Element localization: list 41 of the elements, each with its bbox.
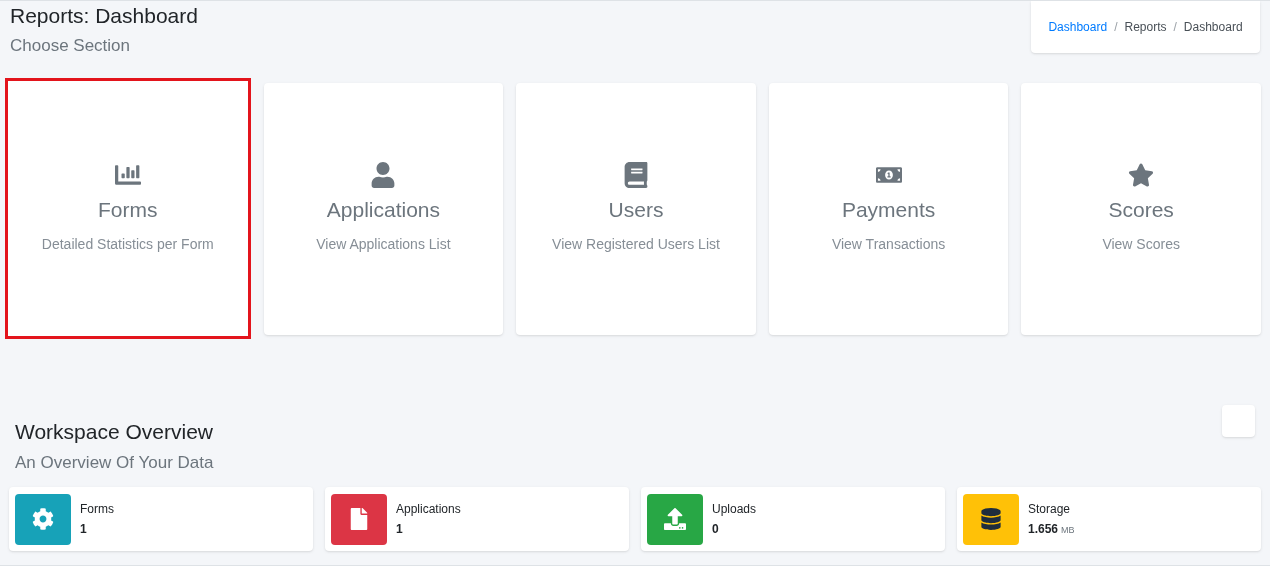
book-icon [623, 162, 649, 189]
info-box-value: 0 [712, 521, 719, 538]
section-description: View Registered Users List [552, 234, 720, 254]
info-box-label: Uploads [712, 501, 757, 518]
info-box-value: 1 [396, 521, 403, 538]
breadcrumb-separator: / [1113, 19, 1119, 36]
section-title: Users [608, 197, 664, 224]
info-box-value: 1.656 [1028, 521, 1059, 538]
section-description: Detailed Statistics per Form [41, 234, 214, 254]
section-card[interactable]: Payments View Transactions [768, 82, 1009, 335]
info-box-label: Applications [396, 501, 461, 518]
settings-icon [32, 508, 54, 530]
section-description: View Scores [1102, 234, 1180, 254]
breadcrumb-item: Dashboard [1183, 19, 1243, 36]
info-box-value: 1 [80, 521, 87, 538]
page-title: Reports: Dashboard [10, 3, 198, 29]
info-box-label: Storage [1028, 501, 1072, 518]
section-card[interactable]: Scores View Scores [1021, 82, 1261, 335]
section-description: View Applications List [316, 234, 451, 254]
database-icon [980, 508, 1002, 530]
section-title: Applications [326, 197, 440, 224]
upload-icon [664, 508, 686, 530]
section-card[interactable]: Forms Detailed Statistics per Form [5, 78, 251, 339]
section-card[interactable]: Applications View Applications List [263, 82, 504, 335]
info-box-unit: MB [1061, 524, 1075, 537]
options-button[interactable] [1222, 404, 1255, 437]
page-subtitle: Choose Section [10, 35, 132, 57]
breadcrumb-separator: / [1172, 19, 1178, 36]
user-icon [370, 162, 397, 189]
section-subheading: An Overview Of Your Data [15, 451, 214, 474]
section-description: View Transactions [831, 234, 946, 254]
section-title: Payments [841, 197, 936, 224]
document-icon [348, 508, 370, 530]
section-heading: Workspace Overview [15, 418, 214, 445]
breadcrumb-item: Reports [1124, 19, 1167, 36]
breadcrumb-link[interactable]: Dashboard [1048, 18, 1108, 36]
section-title: Forms [98, 197, 158, 224]
info-box-label: Forms [80, 501, 114, 518]
star-icon [1128, 162, 1155, 189]
section-title: Scores [1108, 197, 1174, 224]
section-card[interactable]: Users View Registered Users List [516, 82, 756, 335]
